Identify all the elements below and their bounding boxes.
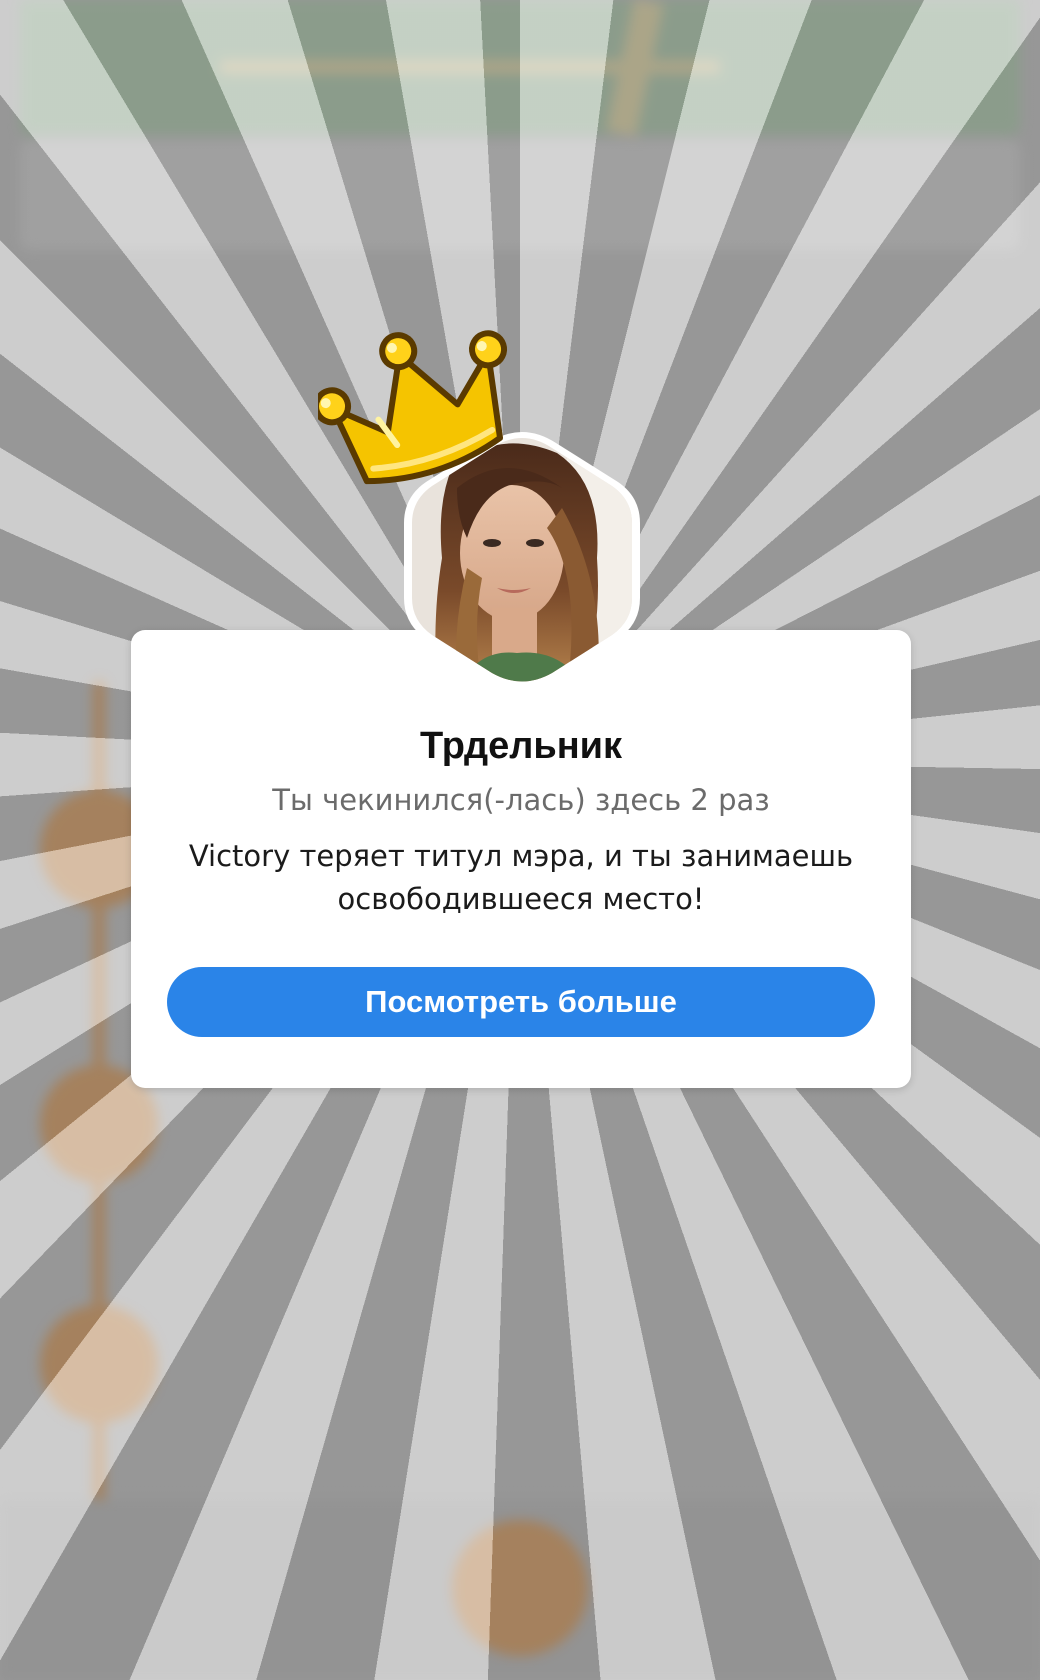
checkin-count-text: Ты чекинился(-лась) здесь 2 раз <box>272 783 770 817</box>
mayor-message: Victory теряет титул мэра, и ты занимаеш… <box>188 839 854 916</box>
mayor-dialog: Трдельник Ты чекинился(-лась) здесь 2 ра… <box>131 630 911 1088</box>
crown-icon <box>318 330 508 485</box>
see-more-button[interactable]: Посмотреть больше <box>167 967 875 1037</box>
venue-title: Трдельник <box>419 725 623 767</box>
